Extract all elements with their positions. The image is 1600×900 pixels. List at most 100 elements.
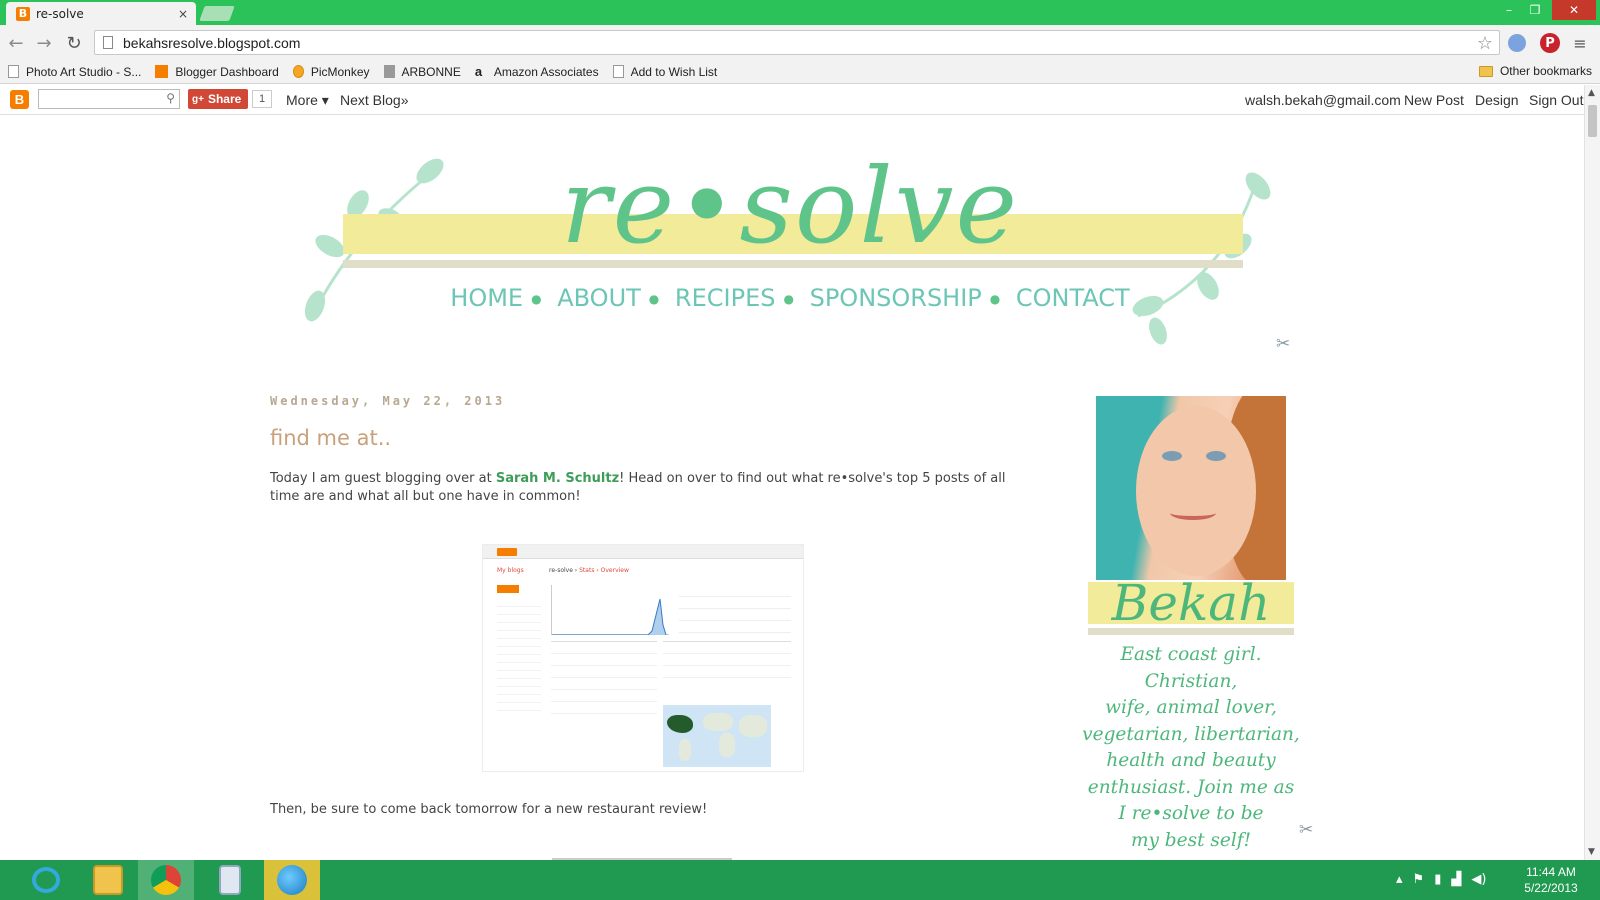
volume-icon[interactable]: ◀)	[1471, 872, 1486, 887]
share-button[interactable]: g+ Share	[188, 89, 248, 109]
bio-line: I re•solve to be	[1118, 803, 1264, 824]
taskbar-chrome[interactable]	[138, 860, 194, 900]
scroll-thumb[interactable]	[1588, 105, 1597, 137]
bookmark-photo-art-studio[interactable]: Photo Art Studio - S...	[8, 65, 141, 79]
bookmark-star-icon[interactable]: ☆	[1477, 33, 1493, 54]
bio-line: health and beauty	[1106, 750, 1276, 771]
bio-line: my best self!	[1130, 829, 1252, 851]
stats-breadcrumb: re-solve › Stats › Overview	[549, 567, 629, 574]
sign-out-link[interactable]: Sign Out	[1529, 92, 1583, 108]
maximize-button[interactable]: ❐	[1522, 0, 1548, 20]
profile-photo[interactable]	[1096, 396, 1286, 580]
taskbar-clock[interactable]: 11:44 AM 5/22/2013	[1516, 864, 1586, 896]
bookmark-blogger-dashboard[interactable]: Blogger Dashboard	[155, 64, 279, 79]
browser-toolbar: ← → ↻ bekahsresolve.blogspot.com ☆ P ≡	[0, 25, 1600, 60]
blogger-icon	[155, 65, 169, 78]
back-arrow-icon[interactable]: ←	[4, 31, 28, 55]
taskbar-calculator[interactable]	[202, 860, 258, 900]
bio-line: vegetarian, libertarian,	[1082, 723, 1300, 745]
stats-pageviews-list	[679, 585, 791, 633]
address-url[interactable]: bekahsresolve.blogspot.com	[123, 35, 300, 51]
pinterest-icon[interactable]: P	[1540, 33, 1560, 53]
signal-icon[interactable]: ▟	[1451, 872, 1461, 887]
bookmark-label: Blogger Dashboard	[175, 64, 279, 79]
menu-separator: ●	[783, 292, 794, 306]
page-icon	[8, 65, 19, 78]
taskbar-globe-app[interactable]	[264, 860, 320, 900]
folder-icon	[1478, 65, 1493, 77]
menu-sponsorship[interactable]: SPONSORSHIP	[810, 284, 982, 312]
power-icon[interactable]: ▮	[1434, 872, 1441, 887]
profile-bio: East coast girl. Christian, wife, animal…	[1078, 642, 1304, 854]
menu-separator: ●	[989, 292, 1001, 306]
globe-icon	[277, 865, 307, 895]
blogger-icon[interactable]: B	[10, 90, 29, 109]
search-icon[interactable]: ⚲	[166, 91, 175, 105]
menu-contact[interactable]: CONTACT	[1016, 284, 1130, 312]
bio-line: enthusiast. Join me as	[1087, 776, 1295, 798]
menu-home[interactable]: HOME	[450, 284, 523, 312]
next-blog-link[interactable]: Next Blog»	[340, 92, 408, 108]
reload-icon[interactable]: ↻	[62, 31, 86, 55]
account-email[interactable]: walsh.bekah@gmail.com	[1245, 92, 1401, 108]
scroll-up-icon[interactable]: ▲	[1588, 88, 1595, 98]
new-tab-button[interactable]	[199, 6, 235, 21]
minimize-button[interactable]: –	[1496, 0, 1522, 20]
menu-recipes[interactable]: RECIPES	[675, 284, 776, 312]
file-explorer-icon	[93, 865, 123, 895]
stats-topbar	[483, 545, 803, 559]
page-scrollbar[interactable]: ▲ ▼	[1584, 85, 1600, 860]
stats-pageview-chart	[551, 585, 669, 636]
blog-title[interactable]: re•solve	[340, 154, 1240, 258]
flag-icon[interactable]: ⚑	[1413, 872, 1425, 887]
bookmark-add-to-wish-list[interactable]: Add to Wish List	[612, 65, 717, 79]
bookmark-label: PicMonkey	[310, 64, 370, 79]
taskbar-internet-explorer[interactable]	[18, 860, 74, 900]
menu-separator: ●	[531, 292, 542, 306]
stats-audience-map	[663, 705, 771, 767]
clock-date: 5/22/2013	[1524, 881, 1578, 895]
windows-taskbar: ▴ ⚑ ▮ ▟ ◀) 11:44 AM 5/22/2013	[0, 860, 1600, 900]
blog-header: re•solve HOME ● ABOUT ● RECIPES ● SPONSORSH…	[0, 116, 1584, 366]
stats-new-post-button	[497, 585, 519, 593]
post-title[interactable]: find me at..	[270, 426, 1010, 450]
bookmark-amazon-associates[interactable]: a Amazon Associates	[475, 64, 599, 79]
stats-crumb-section: Stats › Overview	[579, 567, 629, 574]
close-tab-icon[interactable]: ×	[178, 7, 188, 21]
new-post-link[interactable]: New Post	[1404, 92, 1464, 108]
picmonkey-icon	[292, 65, 304, 78]
chrome-icon	[151, 865, 181, 895]
share-count: 1	[252, 90, 272, 108]
stats-screenshot-image[interactable]: My blogs re-solve › Stats › Overview	[482, 544, 804, 772]
taskbar-file-explorer[interactable]	[80, 860, 136, 900]
post-body: Today I am guest blogging over at Sarah …	[270, 470, 1010, 506]
other-bookmarks-label: Other bookmarks	[1499, 64, 1592, 78]
blog-search-input[interactable]: ⚲	[38, 89, 180, 109]
more-menu[interactable]: More ▾	[286, 92, 329, 109]
google-plus-icon: g+	[192, 93, 204, 105]
extension-icon[interactable]	[1508, 34, 1526, 52]
menu-about[interactable]: ABOUT	[557, 284, 641, 312]
stats-crumb-blog: re-solve ›	[549, 567, 580, 574]
close-window-button[interactable]: ✕	[1552, 0, 1596, 20]
address-bar[interactable]: bekahsresolve.blogspot.com ☆	[94, 30, 1500, 55]
guest-blog-link[interactable]: Sarah M. Schultz	[496, 471, 619, 486]
bookmark-arbonne[interactable]: ARBONNE	[383, 65, 461, 79]
bookmark-picmonkey[interactable]: PicMonkey	[292, 64, 370, 79]
design-link[interactable]: Design	[1475, 92, 1519, 108]
forward-arrow-icon[interactable]: →	[32, 31, 56, 55]
blogger-icon	[497, 548, 517, 556]
post-date: Wednesday, May 22, 2013	[270, 394, 506, 408]
chrome-menu-icon[interactable]: ≡	[1572, 34, 1588, 53]
system-tray: ▴ ⚑ ▮ ▟ ◀)	[1396, 872, 1486, 887]
edit-tools-icon[interactable]: ✂	[1299, 820, 1313, 840]
stats-map-highlight	[667, 715, 693, 733]
calculator-icon	[219, 865, 241, 895]
tray-expand-icon[interactable]: ▴	[1396, 872, 1403, 887]
browser-tab[interactable]: B re-solve ×	[6, 2, 196, 25]
scroll-down-icon[interactable]: ▼	[1588, 847, 1595, 857]
bookmarks-bar: Photo Art Studio - S... Blogger Dashboar…	[0, 60, 1600, 84]
stats-posts-panel	[551, 641, 657, 723]
other-bookmarks[interactable]: Other bookmarks	[1478, 64, 1592, 78]
edit-tools-icon[interactable]: ✂	[1276, 334, 1290, 354]
